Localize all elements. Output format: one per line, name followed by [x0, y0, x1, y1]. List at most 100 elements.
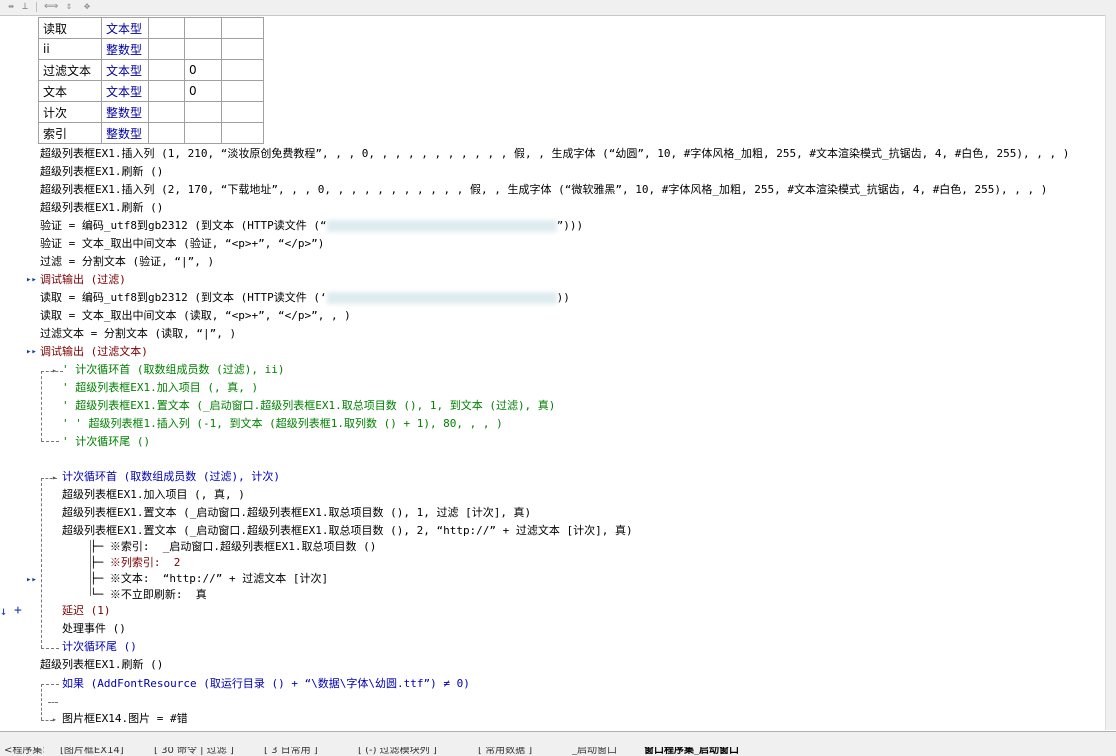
code-line[interactable]: 验证 = 编码_utf8到gb2312 (到文本 (HTTP读文件 (“ ”))) — [40, 218, 583, 234]
param-line: ├─ ※文本: “http://” + 过滤文本 [计次] — [90, 572, 329, 585]
tab-filter-module[interactable]: [ (-) 过滤模块列 ] — [358, 747, 468, 755]
redacted-url — [326, 220, 557, 232]
variable-row[interactable]: 过滤文本 文本型 0 — [38, 59, 264, 81]
variable-remark — [221, 38, 264, 60]
param-line: └─ ※不立即刷新: 真 — [90, 588, 207, 601]
redacted-url — [326, 292, 557, 304]
variable-static — [148, 59, 185, 81]
line-gutter — [0, 15, 36, 730]
code-text: )) — [556, 291, 570, 304]
variable-type: 文本型 — [101, 80, 149, 102]
code-line[interactable]: 过滤 = 分割文本 (验证, “|”, ) — [40, 254, 214, 270]
tab-common-data[interactable]: [ 常用数据 ] — [478, 747, 562, 755]
tab-program-set[interactable]: <程序集> — [4, 747, 44, 755]
variable-static — [148, 17, 185, 39]
tree-connector — [41, 684, 42, 720]
variable-row[interactable]: 计次 整数型 — [38, 101, 264, 123]
fit-width-icon[interactable]: ⇹ — [4, 1, 18, 13]
code-line[interactable]: 读取 = 编码_utf8到gb2312 (到文本 (HTTP读文件 (‘)) — [40, 290, 570, 306]
tab-startup-window[interactable]: _启动窗口 — [572, 747, 632, 755]
code-line[interactable]: 超级列表框EX1.置文本 (_启动窗口.超级列表框EX1.取总项目数 (), 1… — [62, 505, 531, 521]
add-line-icon[interactable]: + — [14, 603, 22, 618]
variable-static — [148, 122, 185, 144]
variable-array — [184, 17, 222, 39]
loop-arrow-icon: ▸ — [52, 473, 57, 482]
breakpoint-arrow-icon[interactable]: ▸▸ — [26, 347, 37, 357]
tab-daily[interactable]: [ 3 日常用 ] — [264, 747, 348, 755]
code-line[interactable]: ' 计次循环尾 () — [62, 434, 150, 450]
variable-name: ii — [38, 38, 102, 60]
variable-name: 计次 — [38, 101, 102, 123]
breakpoint-arrow-icon[interactable]: ▸▸ — [26, 575, 37, 585]
tab-picture-box[interactable]: [图片框EX14] — [60, 747, 142, 755]
variable-type: 文本型 — [101, 17, 149, 39]
variable-static — [148, 101, 185, 123]
variable-type: 整数型 — [101, 38, 149, 60]
expand-vertical-icon[interactable]: ⇕ — [62, 1, 76, 13]
tree-connector — [41, 441, 59, 442]
code-line[interactable]: 过滤文本 = 分割文本 (读取, “|”, ) — [40, 326, 236, 342]
code-line[interactable]: 超级列表框EX1.插入列 (1, 210, “淡妆原创免费教程”, , , 0,… — [40, 146, 1069, 162]
tree-connector — [48, 702, 58, 703]
param-line: ├─ ※索引: _启动窗口.超级列表框EX1.取总项目数 () — [90, 540, 377, 553]
variable-array: 0 — [184, 80, 222, 102]
code-line[interactable]: 延迟 (1) — [62, 603, 111, 619]
code-line[interactable]: 计次循环尾 () — [62, 639, 137, 655]
code-line[interactable]: 调试输出 (过滤文本) — [40, 344, 148, 360]
code-line[interactable]: 图片框EX14.图片 = #错 — [62, 711, 188, 727]
tab-window-program-set[interactable]: 窗口程序集_启动窗口 — [644, 747, 784, 755]
code-line[interactable]: 如果 (AddFontResource (取运行目录 () + “\数据\字体\… — [62, 676, 470, 692]
variable-name: 过滤文本 — [38, 59, 102, 81]
editor-toolbar: ⇹ ⊥ ⟺ ⇕ ✥ — [0, 0, 1116, 16]
step-down-icon[interactable]: ↓ — [0, 604, 7, 618]
code-line[interactable]: 计次循环首 (取数组成员数 (过滤), 计次) — [62, 469, 280, 485]
variable-array — [184, 101, 222, 123]
variable-row[interactable]: 文本 文本型 0 — [38, 80, 264, 102]
code-line[interactable]: 超级列表框EX1.刷新 () — [40, 657, 163, 673]
variable-row[interactable]: 索引 整数型 — [38, 122, 264, 144]
breakpoint-arrow-icon[interactable]: ▸▸ — [26, 275, 37, 285]
code-line[interactable]: ' 超级列表框EX1.置文本 (_启动窗口.超级列表框EX1.取总项目数 (),… — [62, 398, 555, 414]
variable-type: 文本型 — [101, 59, 149, 81]
tab-command[interactable]: [ 30 命令 | 过滤 ] — [154, 747, 254, 755]
variable-array — [184, 122, 222, 144]
tree-connector — [41, 371, 42, 441]
code-line[interactable]: ' ' 超级列表框1.插入列 (-1, 到文本 (超级列表框1.取列数 () +… — [62, 416, 503, 432]
param-text: ※列索引: 2 — [109, 556, 181, 569]
expand-horizontal-icon[interactable]: ⟺ — [44, 1, 58, 13]
variable-static — [148, 38, 185, 60]
code-line[interactable]: 读取 = 文本_取出中间文本 (读取, “<p>+”, “</p>”, , ) — [40, 308, 351, 324]
variable-row[interactable]: ii 整数型 — [38, 38, 264, 60]
expand-all-icon[interactable]: ✥ — [80, 1, 94, 13]
local-variable-table: 读取 文本型 ii 整数型 过滤文本 文本型 0 文本 文本型 0 计次 整数型 索引 整数型 — [38, 17, 264, 144]
variable-remark — [221, 80, 264, 102]
tree-connector — [41, 478, 42, 648]
variable-name: 文本 — [38, 80, 102, 102]
code-line[interactable]: 处理事件 () — [62, 621, 126, 637]
param-line: ├─ ※列索引: 2 — [90, 556, 181, 569]
param-text: ※文本: “http://” + 过滤文本 [计次] — [109, 572, 329, 585]
tree-connector — [41, 684, 59, 685]
fit-height-icon[interactable]: ⊥ — [18, 1, 32, 13]
code-line[interactable]: 超级列表框EX1.置文本 (_启动窗口.超级列表框EX1.取总项目数 (), 2… — [62, 523, 633, 539]
vertical-scrollbar[interactable] — [1105, 15, 1116, 730]
param-text: ※索引: _启动窗口.超级列表框EX1.取总项目数 () — [109, 540, 377, 553]
toolbar-separator — [36, 2, 37, 12]
variable-remark — [221, 17, 264, 39]
variable-remark — [221, 122, 264, 144]
variable-row[interactable]: 读取 文本型 — [38, 17, 264, 39]
param-text: ※不立即刷新: 真 — [109, 588, 207, 601]
code-line[interactable]: 超级列表框EX1.插入列 (2, 170, “下载地址”, , , 0, , ,… — [40, 182, 1047, 198]
branch-arrow-icon: ▸ — [52, 715, 57, 724]
code-line[interactable]: 超级列表框EX1.刷新 () — [40, 164, 163, 180]
code-line[interactable]: ' 计次循环首 (取数组成员数 (过滤), ii) — [62, 362, 284, 378]
variable-array: 0 — [184, 59, 222, 81]
variable-name: 索引 — [38, 122, 102, 144]
variable-type: 整数型 — [101, 122, 149, 144]
code-line[interactable]: ' 超级列表框EX1.加入项目 (, 真, ) — [62, 380, 258, 396]
code-line[interactable]: 超级列表框EX1.刷新 () — [40, 200, 163, 216]
loop-arrow-icon: ▸ — [52, 366, 57, 375]
code-line[interactable]: 调试输出 (过滤) — [40, 272, 126, 288]
code-line[interactable]: 超级列表框EX1.加入项目 (, 真, ) — [62, 487, 245, 503]
code-line[interactable]: 验证 = 文本_取出中间文本 (验证, “<p>+”, “</p>”) — [40, 236, 324, 252]
